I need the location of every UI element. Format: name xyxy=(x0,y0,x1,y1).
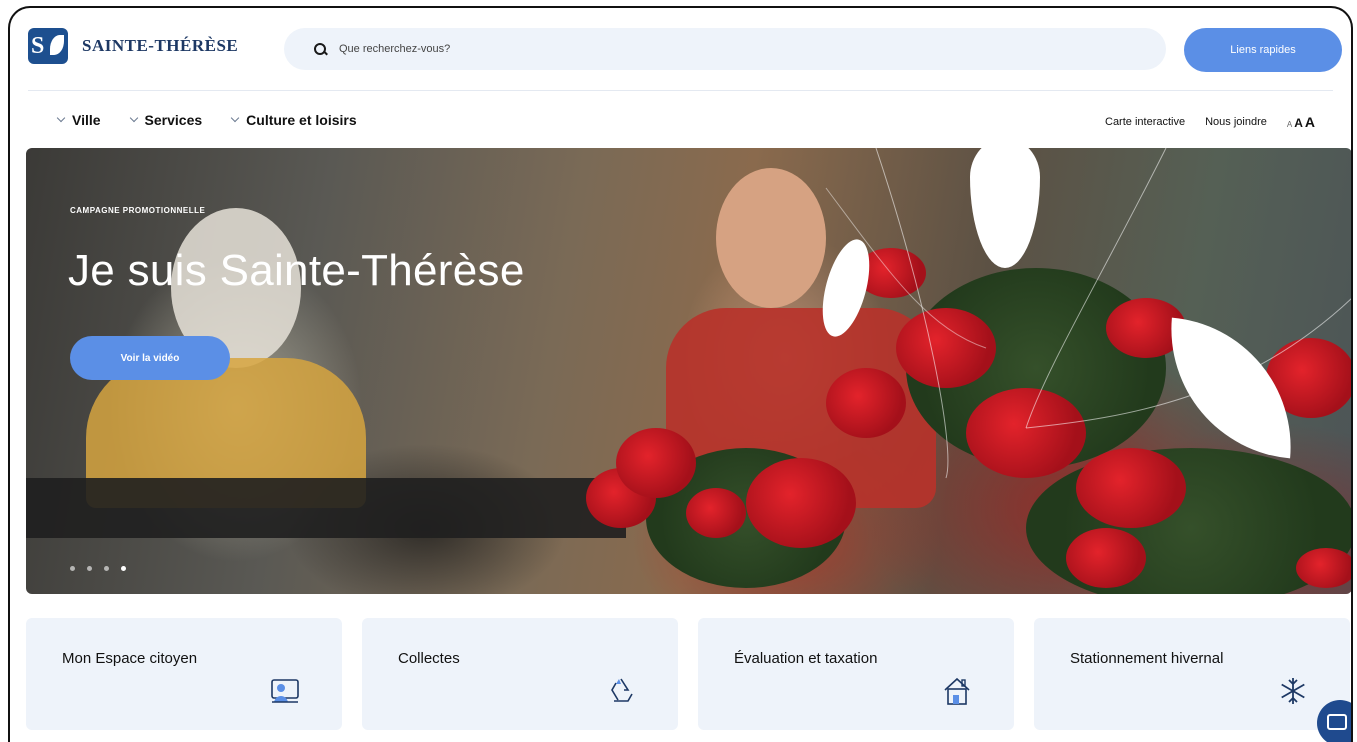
header-divider xyxy=(28,90,1333,91)
interactive-map-link[interactable]: Carte interactive xyxy=(1105,116,1185,128)
carousel-dot[interactable] xyxy=(104,566,109,571)
watch-video-button[interactable]: Voir la vidéo xyxy=(70,336,230,380)
card-title: Mon Espace citoyen xyxy=(62,650,198,667)
chevron-down-icon xyxy=(230,113,240,123)
text-size-medium-button[interactable]: A xyxy=(1294,116,1303,130)
card-title: Stationnement hivernal xyxy=(1070,650,1224,667)
carousel-dot[interactable] xyxy=(70,566,75,571)
card-title: Collectes xyxy=(398,650,460,667)
house-icon xyxy=(944,677,970,705)
logo-text: SAINTE-THÉRÈSE xyxy=(82,36,239,55)
nav-item-ville[interactable]: Ville xyxy=(56,112,101,128)
utility-nav: Carte interactive Nous joindre A A A xyxy=(1105,114,1315,130)
search-input[interactable] xyxy=(339,43,939,55)
browser-frame: S SAINTE-THÉRÈSE Liens rapides Ville Ser… xyxy=(8,6,1353,742)
text-size-controls: A A A xyxy=(1287,114,1315,130)
chevron-down-icon xyxy=(56,113,66,123)
carousel-dots xyxy=(70,566,126,571)
nav-item-services[interactable]: Services xyxy=(129,112,203,128)
logo-mark-icon: S xyxy=(28,28,68,64)
chat-widget-button[interactable] xyxy=(1317,700,1351,742)
quick-access-cards: Mon Espace citoyen Collectes Évaluation … xyxy=(26,618,1350,730)
card-title: Évaluation et taxation xyxy=(734,650,878,667)
nav-item-label: Ville xyxy=(72,112,101,128)
card-stationnement-hivernal[interactable]: Stationnement hivernal xyxy=(1034,618,1350,730)
snowflake-icon xyxy=(1281,678,1305,704)
quick-links-button[interactable]: Liens rapides xyxy=(1184,28,1342,72)
search-bar[interactable] xyxy=(284,28,1166,70)
hero-title: Je suis Sainte-Thérèse xyxy=(68,246,525,295)
card-collectes[interactable]: Collectes xyxy=(362,618,678,730)
carousel-dot-active[interactable] xyxy=(121,566,126,571)
site-logo[interactable]: S SAINTE-THÉRÈSE xyxy=(28,28,238,64)
hero-kicker: CAMPAGNE PROMOTIONNELLE xyxy=(70,206,206,215)
nav-item-label: Culture et loisirs xyxy=(246,112,357,128)
nav-item-label: Services xyxy=(144,112,203,128)
text-size-large-button[interactable]: A xyxy=(1305,114,1315,130)
chevron-down-icon xyxy=(129,113,138,123)
recycle-icon xyxy=(611,678,633,702)
main-nav: Ville Services Culture et loisirs xyxy=(56,112,357,128)
nav-item-culture-loisirs[interactable]: Culture et loisirs xyxy=(230,112,357,128)
citizen-portal-icon xyxy=(271,679,299,703)
hero-banner: CAMPAGNE PROMOTIONNELLE Je suis Sainte-T… xyxy=(26,148,1351,594)
card-evaluation-taxation[interactable]: Évaluation et taxation xyxy=(698,618,1014,730)
card-mon-espace-citoyen[interactable]: Mon Espace citoyen xyxy=(26,618,342,730)
carousel-dot[interactable] xyxy=(87,566,92,571)
contact-link[interactable]: Nous joindre xyxy=(1205,116,1267,128)
text-size-small-button[interactable]: A xyxy=(1287,120,1292,129)
search-icon xyxy=(314,42,327,56)
